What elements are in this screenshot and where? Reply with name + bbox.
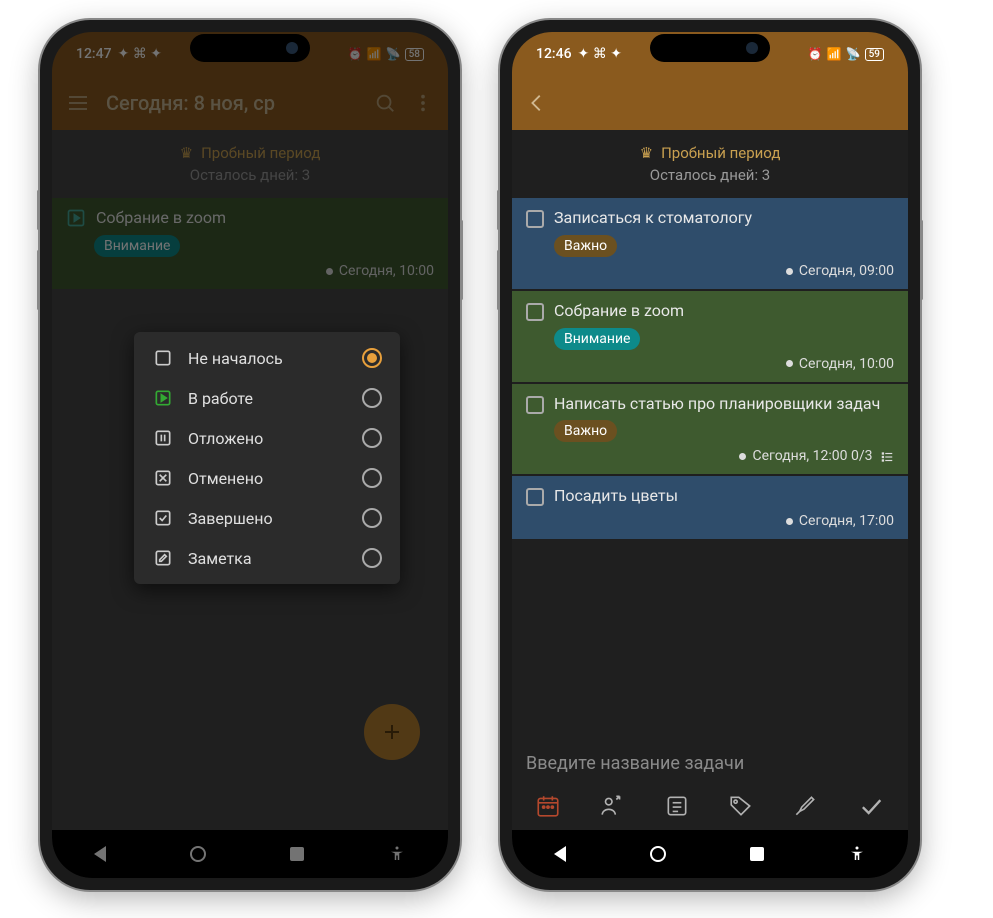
play-square-icon	[66, 208, 86, 228]
task-checkbox[interactable]	[526, 396, 544, 414]
checklist-icon	[880, 450, 894, 464]
radio-unselected	[362, 508, 382, 528]
app-bar	[512, 76, 908, 130]
task-meta: Сегодня, 10:00	[66, 263, 434, 279]
brush-icon[interactable]	[792, 793, 818, 819]
nav-back-icon[interactable]	[554, 846, 566, 862]
wifi-icon: 📡	[846, 47, 861, 61]
crown-icon: ♛	[640, 144, 653, 162]
notch	[190, 34, 310, 62]
x-square-icon	[153, 468, 173, 488]
status-option-in-progress[interactable]: В работе	[134, 378, 400, 418]
overflow-icon[interactable]	[412, 92, 434, 114]
status-option-cancelled[interactable]: Отменено	[134, 458, 400, 498]
nav-home-icon[interactable]	[650, 846, 666, 862]
task-tag: Внимание	[554, 328, 640, 350]
task-meta: Сегодня, 17:00	[526, 513, 894, 529]
nav-recent-icon[interactable]	[290, 847, 304, 861]
new-task-input[interactable]: Введите название задачи	[512, 743, 908, 784]
nav-bar	[512, 830, 908, 878]
calendar-icon[interactable]	[535, 793, 561, 819]
edit-square-icon	[153, 548, 173, 568]
menu-icon[interactable]	[66, 91, 90, 115]
accessibility-icon[interactable]	[848, 845, 866, 863]
task-tag: Внимание	[94, 235, 180, 257]
app-bar: Сегодня: 8 ноя, ср	[52, 76, 448, 130]
nav-recent-icon[interactable]	[750, 847, 764, 861]
radio-unselected	[362, 548, 382, 568]
alarm-icon: ⏰	[808, 47, 823, 61]
status-option-postponed[interactable]: Отложено	[134, 418, 400, 458]
page-title: Сегодня: 8 ноя, ср	[106, 91, 358, 115]
task-item[interactable]: Собрание в zoom Внимание Сегодня, 10:00	[512, 291, 908, 382]
nav-bar	[52, 830, 448, 878]
status-selector-popup: Не началось В работе Отложено Отменено З	[134, 332, 400, 584]
task-meta: Сегодня, 12:00 0/3	[526, 448, 894, 464]
task-checkbox[interactable]	[526, 303, 544, 321]
assign-icon[interactable]	[599, 793, 625, 819]
accessibility-icon[interactable]	[388, 845, 406, 863]
task-title: Написать статью про планировщики задач	[554, 394, 880, 415]
task-meta: Сегодня, 10:00	[526, 356, 894, 372]
task-item[interactable]: Собрание в zoom Внимание Сегодня, 10:00	[52, 198, 448, 289]
trial-banner: ♛Пробный период Осталось дней: 3	[52, 130, 448, 198]
task-title: Посадить цветы	[554, 486, 678, 507]
fab-add-button[interactable]	[364, 704, 420, 760]
task-item[interactable]: Посадить цветы Сегодня, 17:00	[512, 476, 908, 539]
task-item[interactable]: Записаться к стоматологу Важно Сегодня, …	[512, 198, 908, 289]
task-checkbox[interactable]	[526, 488, 544, 506]
notch	[650, 34, 770, 62]
signal-icon: 📶	[367, 47, 382, 61]
alarm-icon: ⏰	[348, 47, 363, 61]
task-toolbar	[512, 784, 908, 830]
square-icon	[153, 348, 173, 368]
back-icon[interactable]	[526, 92, 548, 114]
status-time: 12:47	[76, 46, 112, 62]
pause-square-icon	[153, 428, 173, 448]
status-icons-left: ✦ ⌘ ✦	[578, 46, 622, 62]
battery-icon: 58	[405, 48, 424, 61]
phone-left: 12:47 ✦ ⌘ ✦ ⏰ 📶 📡 58 Сегодня: 8 ноя, ср …	[40, 20, 460, 890]
confirm-icon[interactable]	[857, 792, 885, 820]
phone-right: 12:46 ✦ ⌘ ✦ ⏰ 📶 📡 59 ♛Пробный период Ост…	[500, 20, 920, 890]
status-option-not-started[interactable]: Не началось	[134, 338, 400, 378]
task-checkbox[interactable]	[526, 210, 544, 228]
task-item[interactable]: Написать статью про планировщики задач В…	[512, 384, 908, 475]
play-square-icon	[153, 388, 173, 408]
wifi-icon: 📡	[386, 47, 401, 61]
task-title: Собрание в zoom	[96, 208, 226, 229]
trial-days: Осталось дней: 3	[52, 166, 448, 184]
task-tag: Важно	[554, 420, 617, 442]
task-title: Записаться к стоматологу	[554, 208, 752, 229]
status-option-note[interactable]: Заметка	[134, 538, 400, 578]
status-icons-left: ✦ ⌘ ✦	[118, 46, 162, 62]
search-icon[interactable]	[374, 92, 396, 114]
plus-icon	[380, 720, 404, 744]
status-option-completed[interactable]: Завершено	[134, 498, 400, 538]
radio-unselected	[362, 428, 382, 448]
trial-banner: ♛Пробный период Осталось дней: 3	[512, 130, 908, 198]
trial-days: Осталось дней: 3	[512, 166, 908, 184]
check-square-icon	[153, 508, 173, 528]
note-icon[interactable]	[664, 793, 690, 819]
task-title: Собрание в zoom	[554, 301, 684, 322]
task-meta: Сегодня, 09:00	[526, 263, 894, 279]
radio-unselected	[362, 388, 382, 408]
task-tag: Важно	[554, 235, 617, 257]
radio-selected	[362, 348, 382, 368]
crown-icon: ♛	[180, 144, 193, 162]
status-time: 12:46	[536, 46, 572, 62]
battery-icon: 59	[865, 48, 884, 61]
tag-icon[interactable]	[728, 793, 754, 819]
nav-back-icon[interactable]	[94, 846, 106, 862]
signal-icon: 📶	[827, 47, 842, 61]
nav-home-icon[interactable]	[190, 846, 206, 862]
radio-unselected	[362, 468, 382, 488]
